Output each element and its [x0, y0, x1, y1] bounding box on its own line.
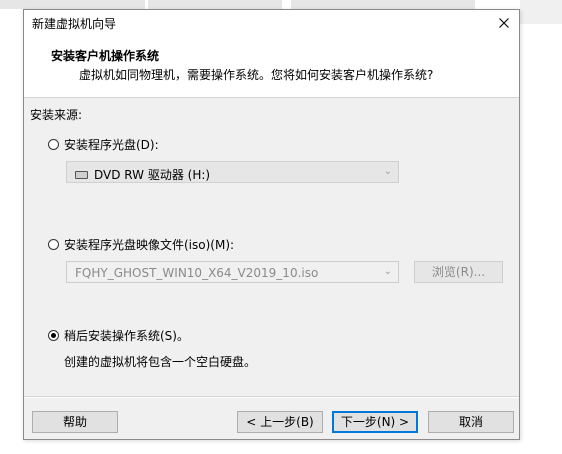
radio-install-later[interactable]	[48, 330, 59, 341]
install-later-note: 创建的虚拟机将包含一个空白硬盘。	[64, 355, 257, 369]
title-bar[interactable]: 新建虚拟机向导	[24, 10, 519, 36]
install-source-label: 安装来源:	[30, 108, 83, 122]
footer-divider-highlight	[24, 397, 519, 398]
page-subtitle: 虚拟机如同物理机，需要操作系统。您将如何安装客户机操作系统?	[79, 68, 434, 82]
browse-button[interactable]: 浏览(R)...	[414, 261, 503, 283]
background-window-strip	[0, 0, 145, 9]
new-vm-wizard-dialog: 新建虚拟机向导 安装客户机操作系统 虚拟机如同物理机，需要操作系统。您将如何安装…	[23, 9, 520, 440]
chevron-down-icon: ⌄	[383, 166, 392, 177]
window-title: 新建虚拟机向导	[32, 17, 117, 31]
help-button[interactable]: 帮助	[32, 411, 118, 433]
next-button[interactable]: 下一步(N) >	[332, 411, 418, 433]
chevron-down-icon: ⌄	[383, 266, 392, 277]
radio-installer-disc[interactable]	[48, 139, 59, 150]
background-window-edge	[520, 0, 562, 24]
cancel-button[interactable]: 取消	[428, 411, 514, 433]
radio-iso-image[interactable]	[48, 239, 59, 250]
dvd-drive-icon	[75, 170, 88, 179]
page-title: 安装客户机操作系统	[51, 49, 160, 63]
iso-path-value: FQHY_GHOST_WIN10_X64_V2019_10.iso	[75, 266, 319, 280]
radio-iso-image-label[interactable]: 安装程序光盘映像文件(iso)(M):	[64, 236, 234, 253]
background-window-strip	[148, 0, 282, 9]
close-button[interactable]	[489, 10, 519, 36]
wizard-header: 安装客户机操作系统 虚拟机如同物理机，需要操作系统。您将如何安装客户机操作系统?	[24, 36, 519, 98]
disc-drive-select[interactable]: DVD RW 驱动器 (H:) ⌄	[66, 161, 399, 183]
disc-drive-value: DVD RW 驱动器 (H:)	[94, 168, 211, 182]
background-window-strip	[291, 0, 475, 9]
radio-installer-disc-label[interactable]: 安装程序光盘(D):	[64, 136, 159, 153]
iso-path-input[interactable]: FQHY_GHOST_WIN10_X64_V2019_10.iso ⌄	[66, 261, 399, 283]
back-button[interactable]: < 上一步(B)	[237, 411, 323, 433]
radio-install-later-label[interactable]: 稍后安装操作系统(S)。	[64, 327, 189, 344]
close-icon	[499, 18, 509, 28]
